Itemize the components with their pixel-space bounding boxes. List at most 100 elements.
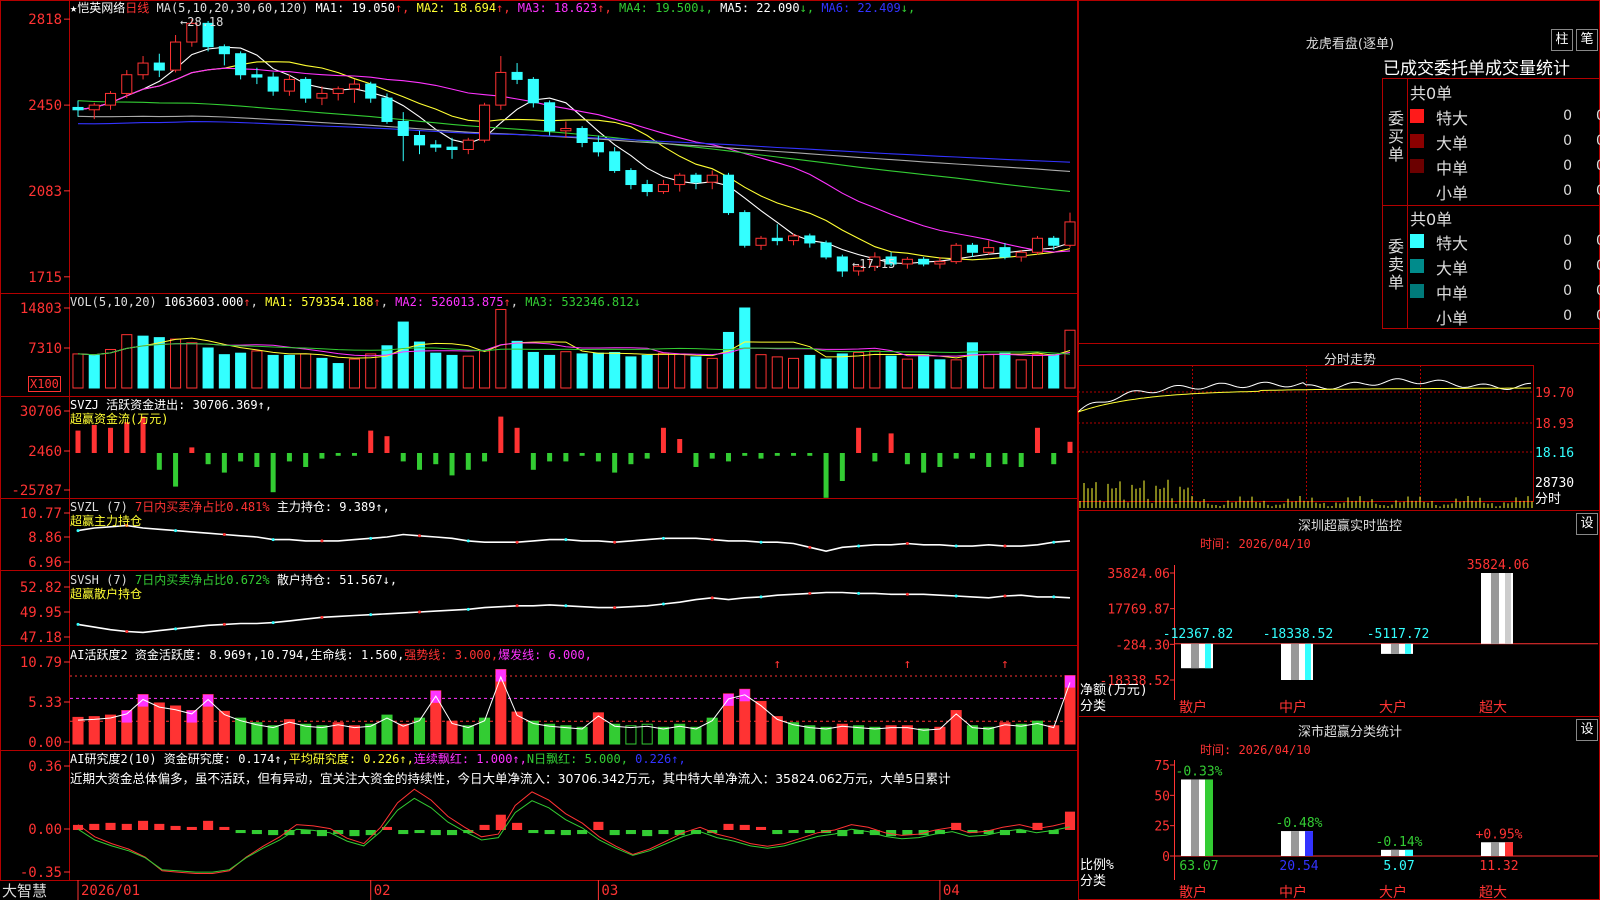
candle-body bbox=[495, 71, 507, 106]
research-bar bbox=[414, 830, 425, 834]
buy-row-1: 特大 0 0% bbox=[1410, 105, 1600, 128]
classify-category-label: 中户 bbox=[1279, 884, 1307, 900]
ma-value-4: MA4: 19.500 bbox=[618, 1, 699, 15]
svzj-panel[interactable]: 30706 2460 -25787 bbox=[11, 404, 1073, 499]
research-bar bbox=[121, 823, 132, 830]
candle-body bbox=[251, 74, 263, 78]
candle-body bbox=[983, 247, 995, 253]
classify-tick-label: 25 bbox=[1154, 820, 1170, 835]
research-bar bbox=[528, 830, 539, 834]
activity-bar bbox=[527, 720, 539, 745]
research-line-green bbox=[77, 797, 1071, 873]
monitor-title: 深圳超赢实时监控 bbox=[1297, 519, 1402, 534]
monitor-bar-edge bbox=[1305, 643, 1311, 680]
svsh-dot bbox=[905, 592, 909, 596]
classify-chart[interactable]: 75 50 25 0 比例%分类 -0.33% 63.07 散户 -0.48% 20.54 中户 -0… bbox=[1080, 759, 1598, 900]
svzl-dot bbox=[954, 544, 958, 548]
volume-bar bbox=[836, 353, 848, 389]
monitor-bar-edge bbox=[1505, 573, 1511, 644]
volume-bar bbox=[1064, 329, 1076, 389]
classify-change-label: -0.14% bbox=[1376, 835, 1423, 850]
intraday-tick-label: 18.16 bbox=[1535, 446, 1574, 461]
bar-mode-button[interactable]: 柱 bbox=[1551, 29, 1573, 51]
volume-bar bbox=[104, 348, 117, 389]
volume-bar bbox=[202, 347, 214, 389]
svzl-panel[interactable]: 10.77 8.86 6.96 bbox=[20, 506, 1071, 571]
volume-bar bbox=[235, 352, 247, 389]
ai2-tick-label: 10.79 bbox=[20, 655, 62, 671]
activity-bar bbox=[592, 712, 604, 745]
svzj-bar bbox=[677, 439, 683, 453]
ai-activity-panel[interactable]: 10.79 5.33 0.00 ↑ ↑ ↑ bbox=[20, 655, 1076, 751]
volume-bar bbox=[479, 350, 491, 389]
candle-body bbox=[544, 102, 556, 132]
monitor-settings-button[interactable]: 设 bbox=[1576, 513, 1598, 535]
monitor-chart[interactable]: 35824.06 17769.87 -284.30 -18338.52 净额(万元)分类… bbox=[1080, 558, 1598, 716]
svsh-dot bbox=[76, 622, 80, 626]
activity-bar bbox=[300, 723, 312, 745]
svsh-dot bbox=[564, 604, 568, 608]
svsh-dot bbox=[1003, 594, 1007, 598]
svsh-dot bbox=[808, 591, 812, 595]
candle-body bbox=[104, 92, 117, 106]
price-tick-label: 2818 bbox=[28, 12, 62, 28]
burst-marker: ↑ bbox=[1001, 657, 1009, 672]
intraday-tick-label: 19.70 bbox=[1535, 386, 1574, 401]
activity-bar bbox=[1048, 725, 1060, 745]
svzj-bar bbox=[286, 453, 292, 462]
activity-bar bbox=[609, 723, 621, 745]
candle-body bbox=[755, 237, 767, 246]
buy-side-label: 委买单 bbox=[1387, 109, 1404, 164]
period-label[interactable]: 日线 bbox=[125, 1, 149, 15]
svsh-header: SVSH (7) 7日内买卖净占比0.672% 散户持仓: 51.567↓, bbox=[70, 573, 398, 587]
classify-settings-button[interactable]: 设 bbox=[1576, 719, 1598, 741]
candle-body bbox=[413, 134, 426, 146]
svzl-dot bbox=[418, 534, 422, 538]
buy-total: 共0单 bbox=[1410, 84, 1453, 103]
svzj-bar bbox=[238, 453, 244, 462]
research-bar bbox=[788, 830, 799, 834]
vol-unit-badge[interactable]: X100 bbox=[28, 376, 61, 392]
research-bar bbox=[154, 823, 165, 830]
activity-bar bbox=[934, 726, 946, 745]
volume-panel[interactable]: 14803 7310 bbox=[20, 301, 1076, 389]
candle-body bbox=[479, 104, 491, 141]
research-bar bbox=[479, 824, 490, 830]
classify-value-label: 5.07 bbox=[1383, 859, 1414, 874]
svzj-bar bbox=[482, 453, 488, 462]
classify-time: 时间: 2026/04/10 bbox=[1200, 743, 1311, 757]
research-bar bbox=[593, 821, 604, 830]
main-header: ★恺英网络日线 MA(5,10,20,30,60,120) MA1: 19.05… bbox=[70, 1, 915, 15]
classify-change-label: -0.48% bbox=[1276, 816, 1323, 831]
svzj-bar bbox=[189, 447, 195, 453]
candle-body bbox=[674, 174, 686, 186]
activity-bar bbox=[348, 725, 361, 745]
activity-bar bbox=[576, 726, 588, 745]
candle-body bbox=[706, 174, 718, 183]
tick-mode-button[interactable]: 笔 bbox=[1576, 29, 1598, 51]
research-bar bbox=[138, 820, 149, 830]
burst-cap bbox=[1064, 675, 1076, 688]
x-axis: 2026/01 02 03 04 bbox=[77, 880, 960, 900]
svsh-panel[interactable]: 52.82 49.95 47.18 bbox=[20, 580, 1071, 646]
svsh-dot bbox=[320, 615, 324, 619]
volume-bar bbox=[218, 354, 230, 389]
svzj-bar bbox=[725, 453, 731, 462]
classify-tick-label: 0 bbox=[1162, 850, 1170, 865]
svzj-bar bbox=[644, 453, 650, 459]
price-panel[interactable]: 2818 2450 2083 1715 bbox=[28, 12, 1076, 286]
volume-bar bbox=[397, 321, 409, 389]
monitor-bar-edge bbox=[1405, 643, 1411, 654]
buy-swatch bbox=[1410, 109, 1424, 123]
monitor-category-label: 超大 bbox=[1479, 700, 1507, 716]
intraday-chart[interactable]: 19.70 18.93 18.16 28730分时 bbox=[1078, 365, 1574, 508]
svzj-bar bbox=[791, 453, 797, 456]
research-bar bbox=[186, 826, 197, 830]
svzj-bar bbox=[823, 453, 829, 498]
candle-body bbox=[576, 127, 588, 143]
research-bar bbox=[251, 830, 262, 835]
sell-pct: 0% bbox=[1596, 305, 1600, 327]
sell-count: 0 bbox=[1563, 283, 1572, 299]
candle-body bbox=[690, 174, 702, 183]
volume-bar bbox=[560, 351, 572, 389]
